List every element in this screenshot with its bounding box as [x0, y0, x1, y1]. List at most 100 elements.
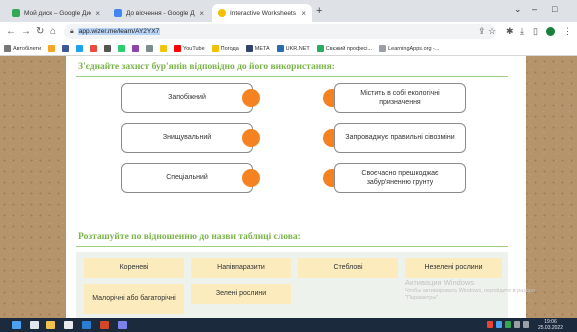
tab-title: Interactive Worksheets | Wizer.m — [230, 9, 297, 17]
heading-divider — [76, 246, 508, 247]
tab-title: Мой диск – Google Диск — [24, 9, 92, 17]
lock-icon[interactable]: 🔒︎ — [70, 28, 74, 36]
bookmark-label: Свєжий професі... — [325, 45, 373, 52]
windows-start-icon[interactable] — [12, 321, 21, 329]
download-icon[interactable]: ⤓ — [520, 26, 524, 37]
close-icon[interactable]: × — [199, 9, 204, 18]
word-chip[interactable]: Зелені рослини — [191, 284, 291, 304]
bookmark[interactable] — [48, 45, 56, 52]
url-text[interactable]: app.wizer.me/learn/AY2YX7 — [77, 28, 161, 35]
word-chip[interactable]: Малорічні або багаторічні — [84, 284, 184, 314]
extensions-icon[interactable]: ✱ — [506, 26, 514, 37]
powerpoint-icon[interactable] — [100, 321, 109, 329]
bookmark-icon — [90, 45, 98, 52]
search-icon[interactable] — [30, 321, 39, 329]
wifi-icon[interactable] — [514, 321, 520, 328]
bookmark-icon — [76, 45, 84, 52]
word-icon[interactable] — [82, 321, 91, 329]
bookmark-icon — [146, 45, 154, 52]
minimize-button[interactable]: – — [532, 4, 537, 14]
profile-avatar[interactable] — [546, 27, 555, 36]
google-docs-icon — [114, 9, 122, 17]
bookmark-label: UKR.NET — [285, 45, 310, 52]
close-icon[interactable]: × — [95, 9, 100, 18]
bookmark-apps[interactable]: Автобілети — [4, 45, 41, 52]
bookmark-star-icon[interactable]: ☆ — [488, 26, 496, 37]
bookmark-label: YouTube — [183, 45, 205, 52]
bookmark-label: Погода — [220, 45, 239, 52]
bookmark-icon — [104, 45, 112, 52]
tray-app-icon[interactable] — [496, 321, 502, 328]
bookmark-learningapps[interactable]: LearningApps.org -... — [379, 45, 439, 52]
match-connector-dot[interactable] — [242, 129, 260, 147]
google-drive-icon — [12, 9, 20, 17]
watermark-title: Активация Windows — [405, 278, 475, 287]
watermark-text: Чтобы активировать Windows, перейдите в … — [405, 288, 535, 302]
bookmark-label: Автобілети — [13, 45, 42, 52]
bookmark-label: META — [254, 45, 270, 52]
browser-tab-strip: Мой диск – Google Диск × До вісчення - G… — [0, 0, 577, 22]
close-icon[interactable]: × — [301, 9, 306, 18]
bookmark[interactable] — [160, 45, 168, 52]
bookmark-youtube[interactable]: YouTube — [174, 45, 205, 52]
wizer-icon — [218, 9, 226, 17]
tray-app-icon[interactable] — [487, 321, 493, 328]
heading-divider — [76, 76, 508, 77]
match-connector-dot[interactable] — [242, 169, 260, 187]
bookmark[interactable] — [90, 45, 98, 52]
bookmark-icon — [62, 45, 70, 52]
reload-icon[interactable]: ↻ — [36, 26, 44, 37]
maximize-button[interactable]: □ — [552, 4, 557, 14]
volume-icon[interactable] — [523, 321, 529, 328]
tab-google-drive[interactable]: Мой диск – Google Диск × — [6, 4, 106, 22]
back-icon[interactable]: ← — [6, 26, 16, 37]
app-icon[interactable] — [118, 321, 127, 329]
learningapps-icon — [379, 45, 387, 52]
word-chip[interactable]: Незелені рослини — [405, 258, 502, 278]
bookmark[interactable] — [132, 45, 140, 52]
tab-wizer-worksheet[interactable]: Interactive Worksheets | Wizer.m × — [212, 4, 312, 22]
word-chip[interactable]: Напівпаразити — [191, 258, 291, 278]
bookmark[interactable] — [146, 45, 154, 52]
word-chip[interactable]: Кореневі — [84, 258, 184, 278]
tab-search-chevron-icon[interactable]: ⌄ — [514, 4, 522, 15]
match-right-item[interactable]: Своєчасно прешкоджає забур'яненню грунту — [334, 163, 466, 193]
tray-app-icon[interactable] — [505, 321, 511, 328]
apps-grid-icon — [4, 45, 11, 52]
tab-google-docs[interactable]: До вісчення - Google Докуме × — [108, 4, 210, 22]
bookmark-weather[interactable]: Погода — [211, 45, 239, 52]
bookmark-profession[interactable]: Свєжий професі... — [316, 45, 373, 52]
match-left-item[interactable]: Запобіжний — [121, 83, 253, 113]
menu-icon[interactable]: ⋮ — [563, 26, 572, 37]
bookmark-icon — [118, 45, 126, 52]
windows-taskbar: 19:06 25.03.2022 — [0, 318, 577, 332]
match-right-item[interactable]: Містить в собі екологічні призначення — [334, 83, 466, 113]
forward-icon[interactable]: → — [21, 26, 31, 37]
sidebar-icon[interactable]: ▯ — [533, 26, 538, 37]
folder-icon — [211, 45, 219, 52]
bookmark-label: LearningApps.org -... — [388, 45, 440, 52]
bookmark[interactable] — [62, 45, 70, 52]
new-tab-button[interactable]: + — [316, 5, 322, 17]
file-explorer-icon[interactable] — [46, 321, 55, 329]
bookmark-icon — [132, 45, 140, 52]
youtube-icon — [174, 45, 182, 52]
share-icon[interactable]: ⇪ — [478, 26, 486, 37]
match-connector-dot[interactable] — [242, 89, 260, 107]
tab-title: До вісчення - Google Докуме — [126, 9, 195, 17]
bookmark[interactable] — [104, 45, 112, 52]
match-right-item[interactable]: Запроваджує правильні сівозміни — [334, 123, 466, 153]
bookmarks-bar: Автобілети YouTube Погода META UKR.NET С… — [0, 42, 577, 56]
bookmark[interactable] — [76, 45, 84, 52]
chrome-icon[interactable] — [64, 321, 73, 329]
match-left-item[interactable]: Знищувальний — [121, 123, 253, 153]
bookmark-ukrnet[interactable]: UKR.NET — [276, 45, 310, 52]
match-left-item[interactable]: Спеціальний — [121, 163, 253, 193]
bookmark[interactable] — [118, 45, 126, 52]
home-icon[interactable]: ⌂ — [50, 26, 56, 37]
task1-heading: З'єднайте захист бур'янів відповідно до … — [78, 62, 335, 72]
address-bar[interactable]: 🔒︎ app.wizer.me/learn/AY2YX7 — [64, 24, 496, 39]
bookmark-meta[interactable]: META — [245, 45, 270, 52]
word-chip[interactable]: Стеблові — [298, 258, 398, 278]
clock[interactable]: 19:06 25.03.2022 — [538, 319, 563, 331]
